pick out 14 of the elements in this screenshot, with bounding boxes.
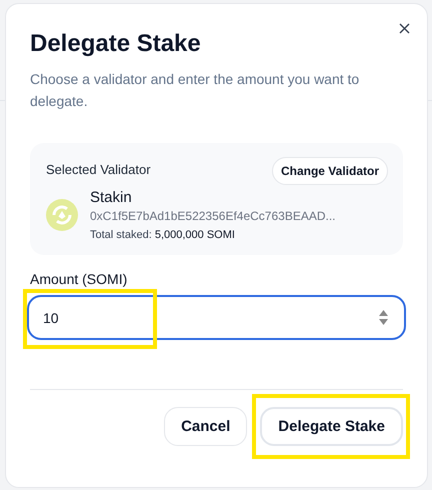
cancel-button[interactable]: Cancel [164, 407, 248, 446]
total-staked-text: Total staked: 5,000,000 SOMI [90, 229, 236, 241]
delegate-stake-button[interactable]: Delegate Stake [260, 407, 403, 446]
change-validator-button[interactable]: Change Validator [272, 157, 388, 185]
section-heading: Selected Validator [46, 161, 151, 177]
spinner-arrows-icon[interactable] [379, 310, 388, 325]
dialog-title: Delegate Stake [30, 30, 202, 58]
amount-label: Amount (SOMI) [30, 271, 128, 287]
close-icon[interactable] [399, 23, 410, 34]
amount-input[interactable]: 10 [27, 295, 406, 340]
dialog-description: Choose a validator and enter the amount you want to delegate. [30, 70, 360, 111]
validator-name: Stakin [90, 189, 133, 206]
validator-address: 0xC1f5E7bAd1bE522356Ef4eCc763BEAAD... [90, 209, 336, 223]
validator-logo-icon [46, 199, 78, 231]
